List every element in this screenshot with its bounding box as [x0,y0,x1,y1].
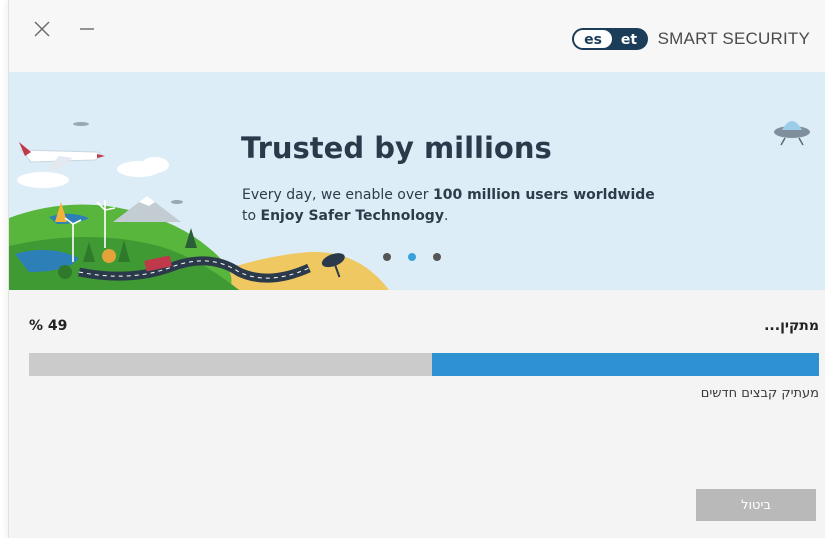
title-bar: es et SMART SECURITY [9,0,825,72]
promo-banner: Trusted by millions Every day, we enable… [9,72,825,290]
banner-title: Trusted by millions [241,131,552,165]
progress-percent: % 49 [29,318,68,334]
progress-substatus: מעתיק קבצים חדשים [700,386,819,401]
svg-text:es: es [584,32,602,48]
carousel-dots [383,253,441,261]
progress-header: מתקין... % 49 [27,318,819,338]
carousel-dot-3[interactable] [433,253,441,261]
cancel-button[interactable]: ביטול [696,489,816,521]
installer-window: es et SMART SECURITY Trusted by millions… [8,0,825,538]
progress-bar-fill [431,353,819,376]
banner-description: Every day, we enable over 100 million us… [242,185,655,227]
eset-logo: es et [571,26,648,52]
svg-text:et: et [621,32,637,48]
progress-bar [29,353,819,376]
product-name: SMART SECURITY [657,29,810,48]
status-label: מתקין... [764,318,819,334]
brand: es et SMART SECURITY [571,26,810,52]
banner-line-2: to Enjoy Safer Technology. [242,208,449,224]
minimize-icon[interactable] [77,18,99,40]
close-icon[interactable] [31,18,53,40]
carousel-dot-1[interactable] [383,253,391,261]
banner-line-1: Every day, we enable over 100 million us… [242,187,655,203]
carousel-dot-2[interactable] [408,253,416,261]
